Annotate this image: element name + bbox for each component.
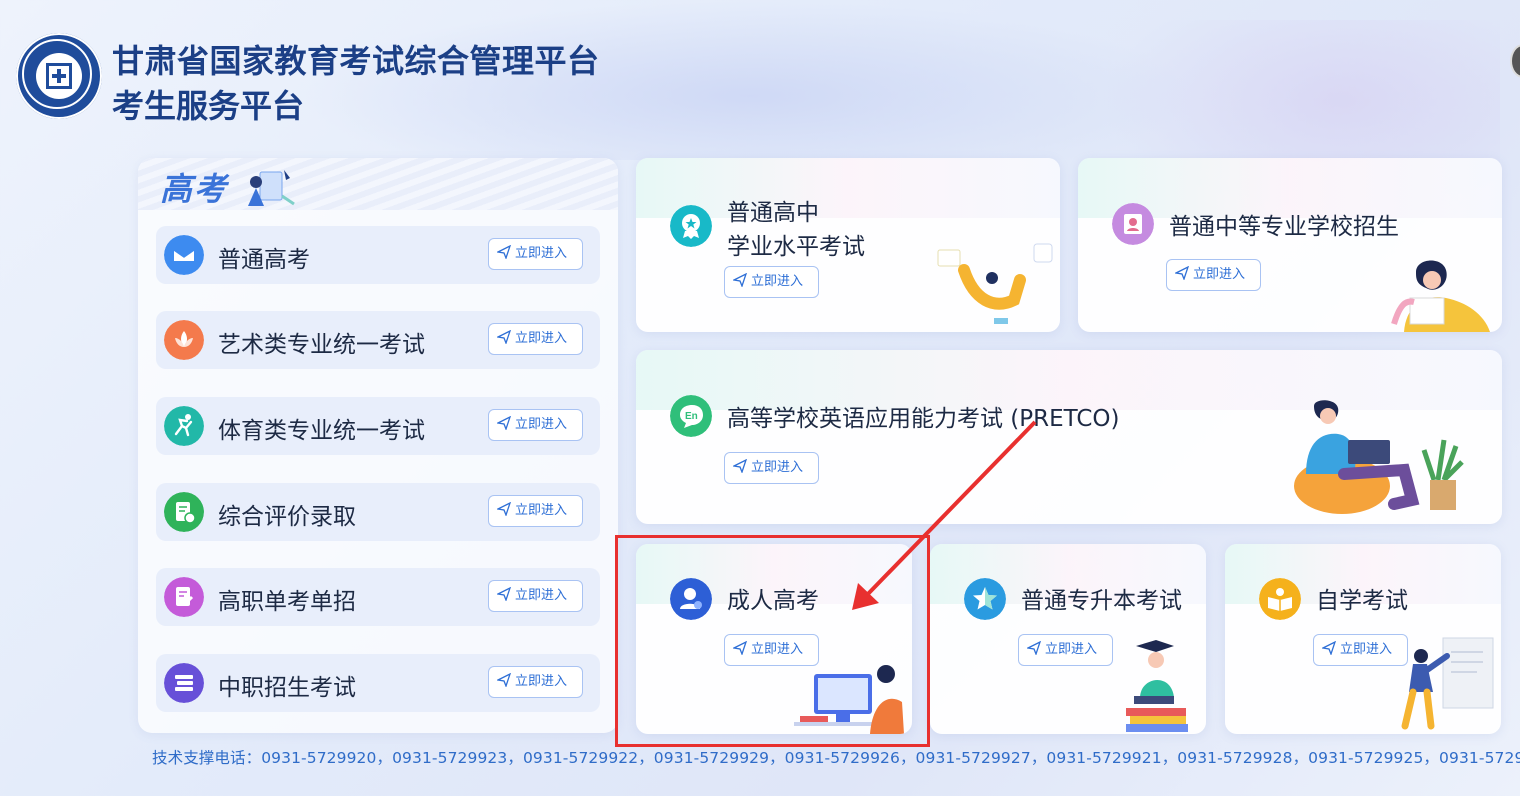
gaokao-panel: 高考 普通高考 立即进入 艺术类专业统一考试 立即进入 体育类专业统一考试 立即… [138, 158, 618, 733]
send-icon [1322, 641, 1336, 655]
send-icon [497, 245, 511, 259]
send-icon [497, 330, 511, 344]
enter-button[interactable]: 立即进入 [1166, 259, 1261, 291]
card-title: 普通高中 [727, 200, 819, 226]
send-icon [497, 673, 511, 687]
enter-button[interactable]: 立即进入 [488, 666, 583, 698]
send-icon [1027, 641, 1041, 655]
edit-document-icon [164, 577, 204, 617]
card-title: 高等学校英语应用能力考试 (PRETCO) [727, 406, 1120, 432]
enter-button[interactable]: 立即进入 [488, 409, 583, 441]
card-title: 自学考试 [1316, 588, 1408, 614]
gaokao-item-label: 综合评价录取 [218, 504, 356, 530]
gaokao-item-zonghe[interactable]: 综合评价录取 立即进入 [156, 483, 600, 541]
enter-button[interactable]: 立即进入 [488, 323, 583, 355]
laptop-user-illustration-icon [1294, 400, 1464, 514]
enter-button[interactable]: 立即进入 [724, 452, 819, 484]
gaokao-item-label: 体育类专业统一考试 [218, 418, 425, 444]
card-title: 普通专升本考试 [1021, 588, 1182, 614]
envelope-icon [164, 235, 204, 275]
document-check-icon [164, 492, 204, 532]
platform-subtitle: 考生服务平台 [112, 87, 305, 125]
annotation-highlight-box [615, 535, 930, 747]
card-title: 学业水平考试 [727, 234, 865, 260]
exam-authority-seal-icon [16, 33, 102, 119]
enter-button[interactable]: 立即进入 [1018, 634, 1113, 666]
platform-title: 甘肃省国家教育考试综合管理平台 [112, 42, 600, 80]
enter-button[interactable]: 立即进入 [488, 495, 583, 527]
lotus-icon [164, 320, 204, 360]
id-card-icon [1112, 203, 1154, 245]
card-zhuanshengben[interactable]: 普通专升本考试 立即进入 [930, 544, 1206, 734]
runner-icon [164, 406, 204, 446]
gaokao-panel-title: 高考 [160, 170, 229, 208]
svg-text:En: En [685, 411, 698, 422]
send-icon [497, 502, 511, 516]
send-icon [733, 273, 747, 287]
card-xueye[interactable]: 普通高中 学业水平考试 立即进入 [636, 158, 1060, 332]
gaokao-item-label: 高职单考单招 [218, 589, 356, 615]
send-icon [733, 459, 747, 473]
gaokao-item-tiyu[interactable]: 体育类专业统一考试 立即进入 [156, 397, 600, 455]
student-reading-illustration-icon [248, 170, 295, 206]
gaokao-item-label: 普通高考 [218, 247, 310, 273]
stack-icon [164, 663, 204, 703]
gaokao-item-gaozhi[interactable]: 高职单考单招 立即进入 [156, 568, 600, 626]
star-badge-icon [964, 578, 1006, 620]
enter-button[interactable]: 立即进入 [724, 266, 819, 298]
card-zhongzhuan[interactable]: 普通中等专业学校招生 立即进入 [1078, 158, 1502, 332]
gaokao-item-yishu[interactable]: 艺术类专业统一考试 立即进入 [156, 311, 600, 369]
support-phone-text: 技术支撑电话：0931-5729920，0931-5729923，0931-57… [152, 749, 1520, 767]
enter-button[interactable]: 立即进入 [488, 238, 583, 270]
writing-student-illustration-icon [1401, 637, 1494, 730]
card-pretco[interactable]: En 高等学校英语应用能力考试 (PRETCO) 立即进入 [636, 350, 1502, 524]
user-avatar[interactable] [1510, 44, 1520, 78]
enter-button[interactable]: 立即进入 [488, 580, 583, 612]
gaokao-item-label: 中职招生考试 [218, 675, 356, 701]
english-speech-icon: En [670, 395, 712, 437]
send-icon [1175, 266, 1189, 280]
reader-illustration-icon [1391, 260, 1490, 332]
card-title: 普通中等专业学校招生 [1169, 214, 1399, 240]
gaokao-item-zhongzhi[interactable]: 中职招生考试 立即进入 [156, 654, 600, 712]
send-icon [497, 416, 511, 430]
gaokao-item-putong[interactable]: 普通高考 立即进入 [156, 226, 600, 284]
medal-icon [670, 205, 712, 247]
graduate-illustration-icon [1126, 640, 1188, 732]
book-reader-icon [1259, 578, 1301, 620]
gaokao-item-label: 艺术类专业统一考试 [218, 332, 425, 358]
send-icon [497, 587, 511, 601]
student-pointing-illustration-icon [937, 243, 1053, 324]
card-zixue[interactable]: 自学考试 立即进入 [1225, 544, 1501, 734]
